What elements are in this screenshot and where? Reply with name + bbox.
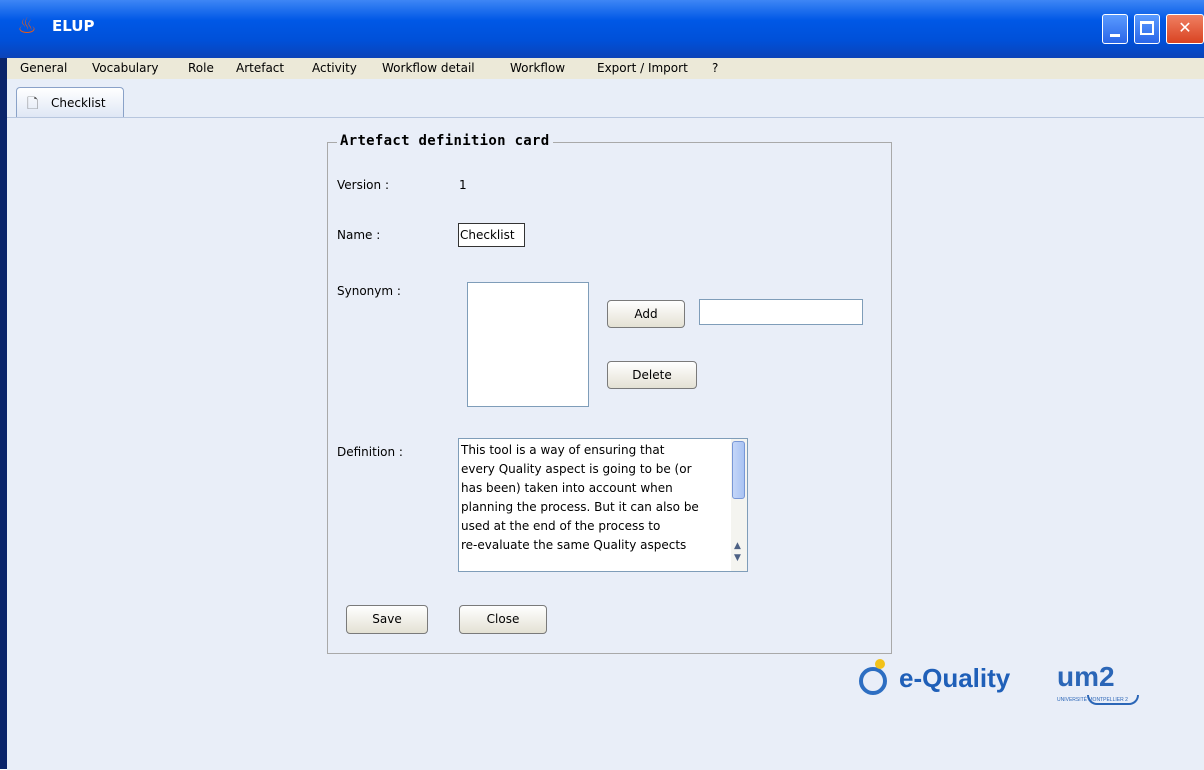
card-title: Artefact definition card <box>337 133 553 149</box>
close-button[interactable]: Close <box>459 605 547 634</box>
definition-text: This tool is a way of ensuring that ever… <box>461 443 699 552</box>
menu-vocabulary[interactable]: Vocabulary <box>92 61 159 75</box>
synonym-input[interactable] <box>699 299 863 325</box>
definition-textarea[interactable]: This tool is a way of ensuring that ever… <box>458 438 748 572</box>
maximize-icon <box>1140 21 1154 35</box>
close-icon: ✕ <box>1178 18 1192 37</box>
menu-role[interactable]: Role <box>188 61 214 75</box>
e-quality-dot-icon <box>875 659 885 669</box>
menu-general[interactable]: General <box>20 61 67 75</box>
minimize-icon <box>1110 34 1120 37</box>
menu-bar: General Vocabulary Role Artefact Activit… <box>7 58 1204 80</box>
minimize-button[interactable] <box>1102 14 1128 44</box>
menu-export-import[interactable]: Export / Import <box>597 61 688 75</box>
window-title: ELUP <box>52 17 95 35</box>
app-window: ♨ ELUP ✕ General Vocabulary Role Artefac… <box>0 0 1204 770</box>
title-bar[interactable]: ♨ ELUP ✕ <box>0 0 1204 58</box>
add-synonym-button[interactable]: Add <box>607 300 685 328</box>
scroll-down-icon[interactable]: ▼ <box>734 553 741 563</box>
menu-activity[interactable]: Activity <box>312 61 357 75</box>
e-quality-logo-icon <box>859 667 887 695</box>
scroll-up-icon[interactable]: ▲ <box>734 541 741 551</box>
maximize-button[interactable] <box>1134 14 1160 44</box>
save-button[interactable]: Save <box>346 605 428 634</box>
e-quality-logo-text: e-Quality <box>899 663 1011 693</box>
menu-help[interactable]: ? <box>712 61 718 75</box>
menu-workflow-detail[interactable]: Workflow detail <box>382 61 475 75</box>
version-label: Version : <box>337 178 389 192</box>
name-field[interactable] <box>458 223 525 247</box>
synonym-list[interactable] <box>467 282 589 407</box>
content-area: Artefact definition card Version : 1 Nam… <box>7 117 1204 770</box>
definition-label: Definition : <box>337 445 403 459</box>
menu-artefact[interactable]: Artefact <box>236 61 284 75</box>
synonym-label: Synonym : <box>337 284 401 298</box>
definition-scrollbar[interactable]: ▲ ▼ <box>731 439 747 571</box>
name-label: Name : <box>337 228 381 242</box>
delete-synonym-button[interactable]: Delete <box>607 361 697 389</box>
menu-workflow[interactable]: Workflow <box>510 61 565 75</box>
um2-logo-text: um2 <box>1057 661 1115 692</box>
version-value: 1 <box>459 178 467 192</box>
artefact-card-panel <box>327 142 892 654</box>
tab-checklist[interactable]: 🗋 Checklist <box>16 87 124 117</box>
scroll-thumb[interactable] <box>732 441 745 499</box>
close-window-button[interactable]: ✕ <box>1166 14 1204 44</box>
um2-wave-icon <box>1087 695 1139 705</box>
tab-label: Checklist <box>51 96 106 110</box>
java-icon: ♨ <box>17 14 37 39</box>
document-icon: 🗋 <box>27 96 39 112</box>
tab-strip: 🗋 Checklist <box>7 79 1204 117</box>
